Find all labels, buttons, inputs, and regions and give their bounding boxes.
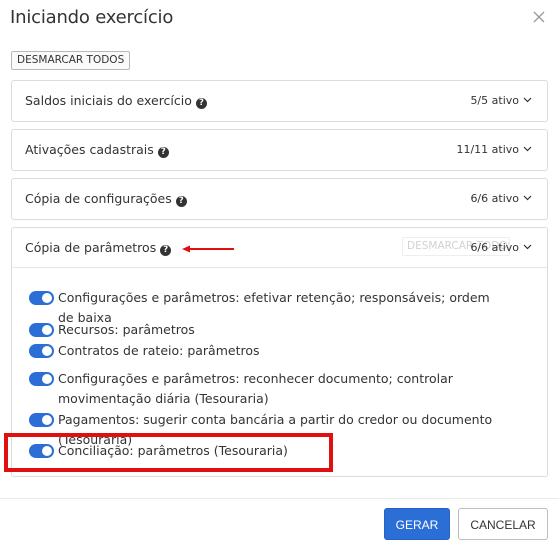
toggle-switch[interactable] bbox=[29, 344, 54, 358]
item-label: Contratos de rateio: parâmetros bbox=[58, 343, 260, 358]
dialog: Iniciando exercício DESMARCAR TODOS Sald… bbox=[0, 0, 559, 544]
panel-title: Cópia de configurações? bbox=[25, 191, 187, 207]
cancelar-button[interactable]: CANCELAR bbox=[458, 508, 548, 540]
toggle-switch[interactable] bbox=[29, 413, 54, 427]
toggle-switch[interactable] bbox=[29, 372, 54, 386]
panel-title-text: Cópia de configurações bbox=[25, 191, 172, 206]
panel-header[interactable]: Ativações cadastrais? 11/11 ativo bbox=[12, 130, 547, 170]
help-icon[interactable]: ? bbox=[175, 196, 187, 207]
gerar-button[interactable]: GERAR bbox=[384, 508, 450, 540]
help-icon[interactable]: ? bbox=[157, 147, 169, 158]
help-icon[interactable]: ? bbox=[195, 98, 207, 109]
panel-status: 6/6 ativo bbox=[470, 192, 519, 205]
dialog-title: Iniciando exercício bbox=[10, 7, 174, 28]
panel-saldos-iniciais: Saldos iniciais do exercício? 5/5 ativo bbox=[11, 80, 548, 122]
panel-ativacoes-cadastrais: Ativações cadastrais? 11/11 ativo bbox=[11, 129, 548, 171]
panel-header[interactable]: Cópia de parâmetros? DESMARCAR TODOS 6/6… bbox=[12, 228, 547, 268]
panel-status: 11/11 ativo bbox=[456, 143, 519, 156]
panel-status: 6/6 ativo bbox=[470, 241, 519, 254]
panel-copia-configuracoes: Cópia de configurações? 6/6 ativo bbox=[11, 178, 548, 220]
item-label: Recursos: parâmetros bbox=[58, 322, 195, 337]
close-icon[interactable] bbox=[531, 9, 547, 25]
panel-title-text: Saldos iniciais do exercício bbox=[25, 93, 192, 108]
item-label: Configurações e parâmetros: reconhecer d… bbox=[58, 371, 453, 406]
panel-divider bbox=[12, 267, 547, 268]
panel-title-text: Cópia de parâmetros bbox=[25, 240, 157, 255]
panel-header[interactable]: Saldos iniciais do exercício? 5/5 ativo bbox=[12, 81, 547, 121]
chevron-down-icon bbox=[523, 195, 532, 201]
chevron-down-icon bbox=[523, 244, 532, 250]
panel-title: Saldos iniciais do exercício? bbox=[25, 93, 207, 109]
panel-title: Cópia de parâmetros? bbox=[25, 240, 172, 256]
toggle-switch[interactable] bbox=[29, 323, 54, 337]
panel-header[interactable]: Cópia de configurações? 6/6 ativo bbox=[12, 179, 547, 219]
footer-divider bbox=[0, 498, 559, 499]
panel-title-text: Ativações cadastrais bbox=[25, 142, 154, 157]
help-icon[interactable]: ? bbox=[160, 245, 172, 256]
toggle-switch[interactable] bbox=[29, 291, 54, 305]
panel-title: Ativações cadastrais? bbox=[25, 142, 169, 158]
annotation-arrow-icon bbox=[182, 245, 234, 253]
chevron-down-icon bbox=[523, 146, 532, 152]
annotation-highlight-box bbox=[4, 433, 333, 472]
panel-status: 5/5 ativo bbox=[470, 94, 519, 107]
desmarcar-todos-button[interactable]: DESMARCAR TODOS bbox=[11, 51, 131, 70]
chevron-down-icon bbox=[523, 97, 532, 103]
